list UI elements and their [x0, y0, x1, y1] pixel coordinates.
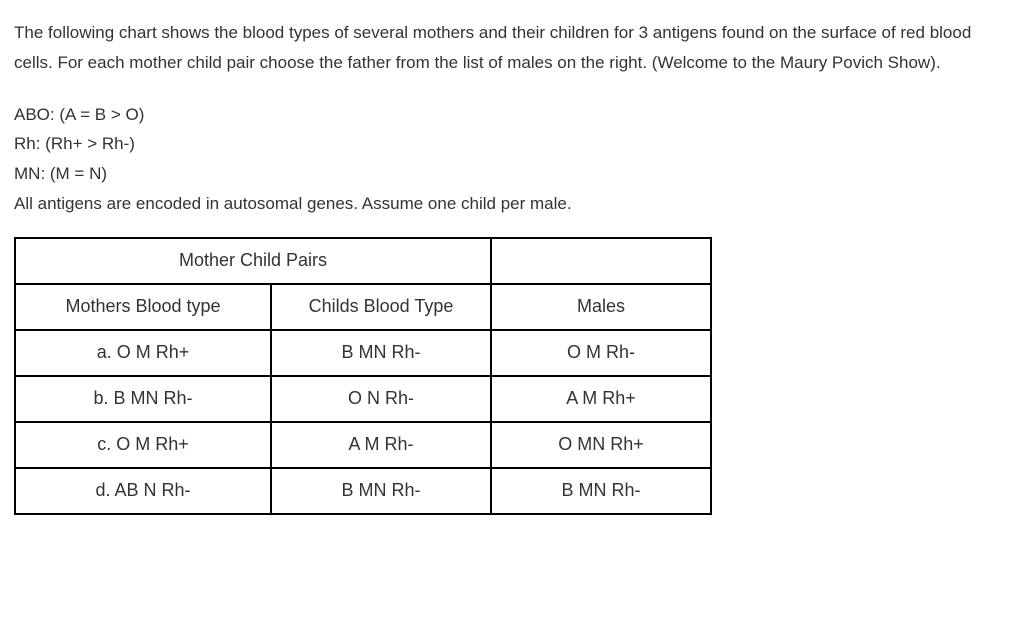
col-header-male: Males	[491, 284, 711, 330]
rule-rh: Rh: (Rh+ > Rh-)	[14, 129, 1004, 159]
col-header-mother: Mothers Blood type	[15, 284, 271, 330]
rules-block: ABO: (A = B > O) Rh: (Rh+ > Rh-) MN: (M …	[14, 100, 1004, 219]
cell-male: A M Rh+	[491, 376, 711, 422]
cell-mother: b. B MN Rh-	[15, 376, 271, 422]
cell-mother: d. AB N Rh-	[15, 468, 271, 514]
table-row: d. AB N Rh- B MN Rh- B MN Rh-	[15, 468, 711, 514]
rule-abo: ABO: (A = B > O)	[14, 100, 1004, 130]
table-row: c. O M Rh+ A M Rh- O MN Rh+	[15, 422, 711, 468]
intro-paragraph: The following chart shows the blood type…	[14, 18, 1004, 78]
blood-type-table: Mother Child Pairs Mothers Blood type Ch…	[14, 237, 712, 515]
rule-mn: MN: (M = N)	[14, 159, 1004, 189]
cell-mother: c. O M Rh+	[15, 422, 271, 468]
table-header-row-1: Mother Child Pairs	[15, 238, 711, 284]
cell-child: B MN Rh-	[271, 468, 491, 514]
header-empty	[491, 238, 711, 284]
table-header-row-2: Mothers Blood type Childs Blood Type Mal…	[15, 284, 711, 330]
cell-male: B MN Rh-	[491, 468, 711, 514]
header-mother-child-pairs: Mother Child Pairs	[15, 238, 491, 284]
table-row: b. B MN Rh- O N Rh- A M Rh+	[15, 376, 711, 422]
rule-note: All antigens are encoded in autosomal ge…	[14, 189, 1004, 219]
cell-mother: a. O M Rh+	[15, 330, 271, 376]
cell-male: O M Rh-	[491, 330, 711, 376]
table-row: a. O M Rh+ B MN Rh- O M Rh-	[15, 330, 711, 376]
cell-child: A M Rh-	[271, 422, 491, 468]
cell-male: O MN Rh+	[491, 422, 711, 468]
cell-child: B MN Rh-	[271, 330, 491, 376]
col-header-child: Childs Blood Type	[271, 284, 491, 330]
cell-child: O N Rh-	[271, 376, 491, 422]
